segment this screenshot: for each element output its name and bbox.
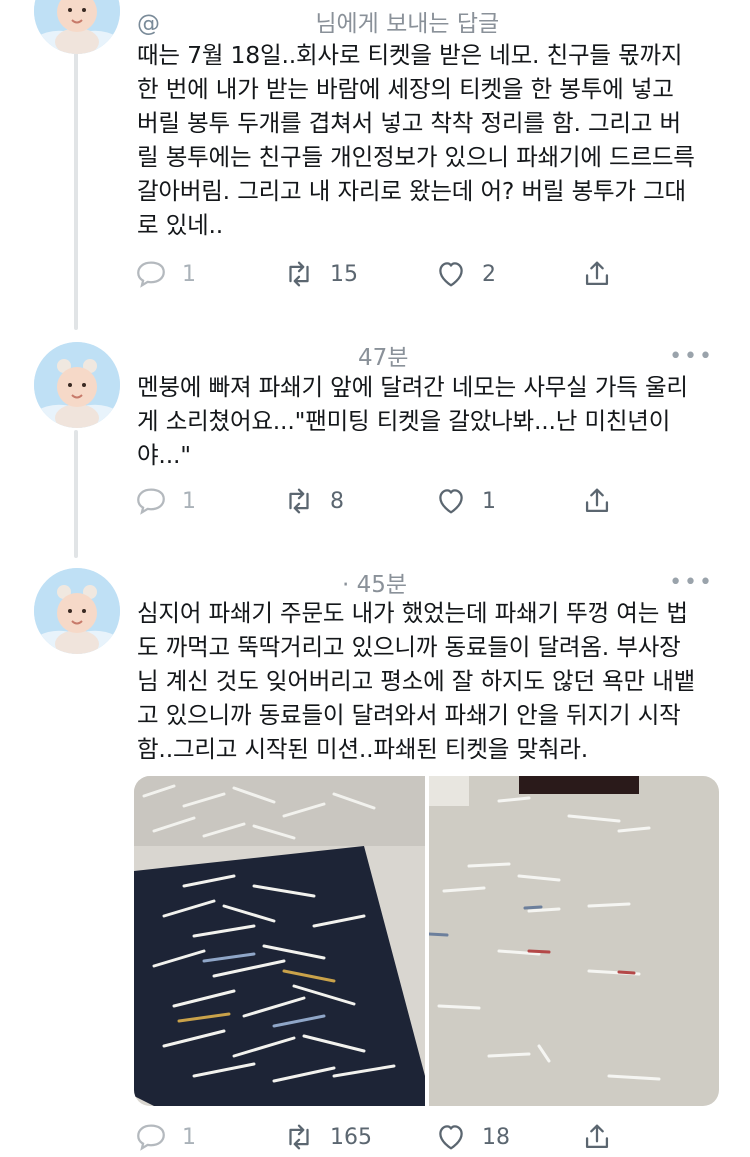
share-icon	[585, 488, 609, 513]
reply-button[interactable]: 1	[134, 1117, 196, 1157]
heart-icon	[439, 489, 463, 514]
retweet-count: 165	[330, 1124, 372, 1150]
tweet-actions: 1 165 18	[134, 1117, 624, 1157]
reply-count: 1	[182, 261, 196, 287]
media-photo-right[interactable]	[429, 776, 719, 1106]
like-button[interactable]: 1	[434, 481, 496, 521]
share-icon	[585, 261, 609, 286]
baby-avatar-image	[34, 342, 120, 428]
reply-button[interactable]: 1	[134, 254, 196, 294]
tweet-text: 멘붕에 빠져 파쇄기 앞에 달려간 네모는 사무실 가득 울리 게 소리쳤어요.…	[137, 373, 688, 469]
retweet-count: 8	[330, 488, 344, 514]
avatar[interactable]	[34, 342, 120, 428]
thread-line	[74, 430, 78, 558]
tweet-media[interactable]	[134, 776, 719, 1106]
media-photo-left[interactable]	[134, 776, 425, 1106]
retweet-icon	[289, 261, 309, 287]
heart-icon	[439, 262, 463, 287]
user-handle[interactable]: @	[137, 11, 160, 37]
reply-icon	[137, 1124, 165, 1151]
reply-icon	[137, 261, 165, 288]
reply-button[interactable]: 1	[134, 481, 196, 521]
shredded-paper-on-board-image	[134, 776, 425, 1106]
shredded-strips-on-table-image	[429, 776, 719, 1106]
reply-icon	[137, 488, 165, 515]
retweet-button[interactable]: 15	[282, 254, 358, 294]
tweet-time[interactable]: 47분	[358, 338, 408, 372]
retweet-icon	[289, 1124, 309, 1150]
tweet-header: @ 님에게 보내는 답글	[137, 4, 499, 38]
share-button[interactable]	[580, 254, 614, 294]
retweet-count: 15	[330, 261, 358, 287]
tweet-actions: 1 8 1	[134, 481, 624, 521]
like-button[interactable]: 2	[434, 254, 496, 294]
retweet-button[interactable]: 165	[282, 1117, 372, 1157]
reply-count: 1	[182, 1124, 196, 1150]
share-button[interactable]	[580, 1117, 614, 1157]
like-count: 2	[482, 261, 496, 287]
more-icon[interactable]: •••	[669, 572, 714, 594]
baby-avatar-image	[34, 568, 120, 654]
more-icon[interactable]: •••	[669, 346, 714, 368]
like-button[interactable]: 18	[434, 1117, 510, 1157]
avatar[interactable]	[34, 568, 120, 654]
tweet-time[interactable]: · 45분	[342, 565, 407, 599]
share-button[interactable]	[580, 481, 614, 521]
tweet-actions: 1 15 2	[134, 254, 624, 294]
reply-count: 1	[182, 488, 196, 514]
like-count: 1	[482, 488, 496, 514]
share-icon	[585, 1124, 609, 1149]
heart-icon	[439, 1125, 463, 1150]
avatar[interactable]	[34, 0, 120, 54]
tweet-text: 때는 7월 18일..회사로 티켓을 받은 네모. 친구들 몫까지 한 번에 내…	[137, 41, 695, 239]
reply-context[interactable]: 님에게 보내는 답글	[315, 11, 499, 37]
like-count: 18	[482, 1124, 510, 1150]
baby-avatar-image	[34, 0, 120, 54]
retweet-icon	[289, 488, 309, 514]
tweet-text: 심지어 파쇄기 주문도 내가 했었는데 파쇄기 뚜껑 여는 법 도 까먹고 뚝딱…	[137, 599, 696, 763]
retweet-button[interactable]: 8	[282, 481, 344, 521]
